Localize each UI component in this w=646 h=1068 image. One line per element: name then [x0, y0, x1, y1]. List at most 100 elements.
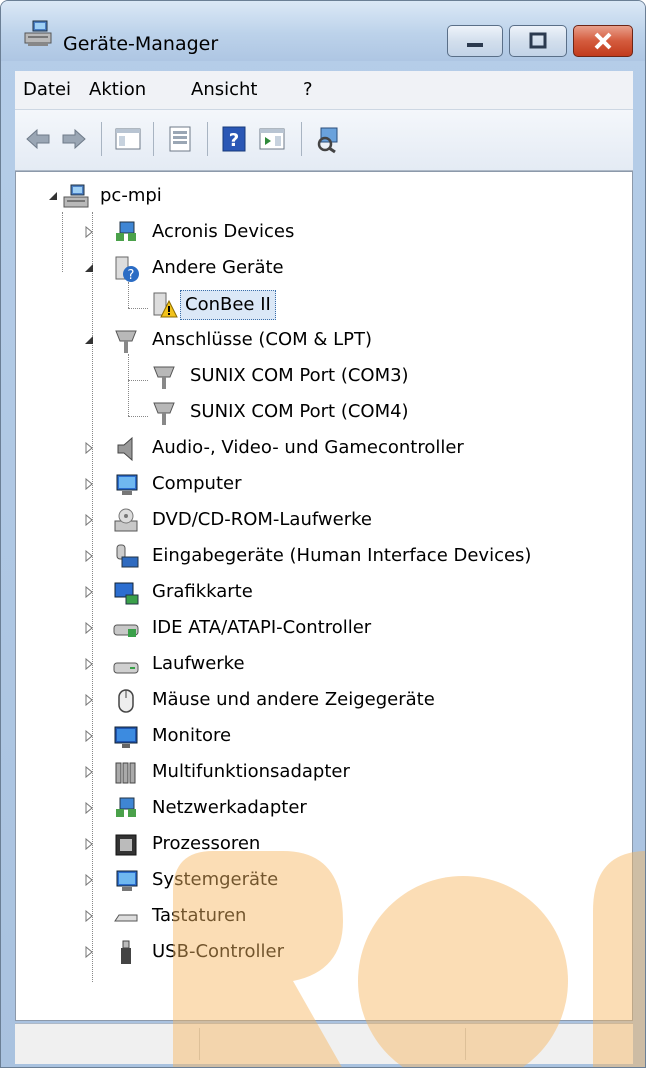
status-cell [201, 1028, 466, 1060]
tree-item-label: USB-Controller [152, 941, 284, 962]
tree-item[interactable]: Multifunktionsadapter [16, 756, 616, 790]
tree-item[interactable]: Eingabegeräte (Human Interface Devices) [16, 540, 616, 574]
menu-datei[interactable]: Datei [23, 79, 71, 100]
tree-item[interactable]: Grafikkarte [16, 576, 616, 610]
tree-item-label: Acronis Devices [152, 221, 295, 242]
unknown-device-icon: ? [115, 256, 139, 283]
expand-triangle-icon[interactable] [82, 837, 96, 851]
tree-item[interactable]: Netzwerkadapter [16, 792, 616, 826]
toolbar: ? [15, 109, 633, 171]
collapse-triangle-icon[interactable] [46, 189, 60, 203]
minimize-icon [467, 43, 483, 47]
device-manager-window: Geräte-Manager Datei Aktion Ansicht ? ? [0, 0, 646, 1068]
close-icon [594, 32, 612, 50]
expand-triangle-icon[interactable] [82, 513, 96, 527]
expand-triangle-icon[interactable] [82, 945, 96, 959]
menu-bar: Datei Aktion Ansicht ? [15, 71, 633, 109]
maximize-button[interactable] [509, 25, 567, 57]
network-adapter-icon [116, 797, 136, 817]
expand-triangle-icon[interactable] [82, 909, 96, 923]
mouse-icon [118, 689, 134, 713]
expand-triangle-icon[interactable] [82, 225, 96, 239]
tree-item-label: DVD/CD-ROM-Laufwerke [152, 509, 372, 530]
tree-item[interactable]: SUNIX COM Port (COM3) [16, 360, 616, 394]
tree-item[interactable]: Computer [16, 468, 616, 502]
multifunction-adapter-icon [115, 762, 136, 784]
tree-item-label: Netzwerkadapter [152, 797, 307, 818]
usb-icon [121, 940, 131, 964]
expand-triangle-icon[interactable] [82, 729, 96, 743]
tree-item[interactable]: Anschlüsse (COM & LPT) [16, 324, 616, 358]
toolbar-separator [301, 122, 302, 156]
collapse-triangle-icon[interactable] [82, 261, 96, 275]
hid-icon [116, 544, 139, 568]
collapse-triangle-icon[interactable] [82, 333, 96, 347]
show-hide-console-tree-icon[interactable] [113, 124, 143, 154]
forward-arrow-icon[interactable] [59, 124, 89, 154]
tree-item[interactable]: ? Andere Geräte [16, 252, 616, 286]
expand-triangle-icon[interactable] [82, 549, 96, 563]
disk-drive-icon [113, 662, 139, 674]
keyboard-icon [114, 914, 138, 922]
computer-icon [63, 184, 89, 208]
monitor-icon [114, 726, 138, 748]
tree-item[interactable]: SUNIX COM Port (COM4) [16, 396, 616, 430]
menu-help[interactable]: ? [303, 79, 313, 100]
maximize-icon [529, 32, 547, 49]
expand-triangle-icon[interactable] [82, 477, 96, 491]
tree-item-label: Laufwerke [152, 653, 245, 674]
warning-device-icon [153, 292, 178, 318]
back-arrow-icon[interactable] [23, 124, 53, 154]
expand-triangle-icon[interactable] [82, 585, 96, 599]
title-bar[interactable]: Geräte-Manager [1, 1, 645, 61]
system-devices-icon [116, 870, 138, 891]
toolbar-separator [207, 122, 208, 156]
tree-item[interactable]: Systemgeräte [16, 864, 616, 898]
scan-hardware-changes-icon[interactable] [313, 124, 343, 154]
tree-item[interactable]: Laufwerke [16, 648, 616, 682]
computer-icon [116, 474, 138, 495]
tree-item-label: Prozessoren [152, 833, 261, 854]
expand-triangle-icon[interactable] [82, 765, 96, 779]
tree-item-label: Andere Geräte [152, 257, 284, 278]
speaker-icon [117, 436, 133, 462]
tree-item-label: Mäuse und andere Zeigegeräte [152, 689, 435, 710]
toolbar-separator [153, 122, 154, 156]
menu-aktion[interactable]: Aktion [89, 79, 146, 100]
tree-root[interactable]: pc-mpi [16, 180, 616, 214]
properties-icon[interactable] [165, 124, 195, 154]
show-action-pane-icon[interactable] [257, 124, 287, 154]
port-icon [153, 402, 175, 425]
expand-triangle-icon[interactable] [82, 693, 96, 707]
expand-triangle-icon[interactable] [82, 657, 96, 671]
expand-triangle-icon[interactable] [82, 873, 96, 887]
close-button[interactable] [573, 25, 633, 57]
tree-item[interactable]: Monitore [16, 720, 616, 754]
expand-triangle-icon[interactable] [82, 801, 96, 815]
display-adapter-icon [114, 582, 139, 605]
svg-text:?: ? [229, 130, 239, 151]
ide-controller-icon [113, 624, 139, 637]
tree-item-selected[interactable]: ConBee II [16, 288, 616, 322]
tree-item[interactable]: DVD/CD-ROM-Laufwerke [16, 504, 616, 538]
tree-item-label: Grafikkarte [152, 581, 253, 602]
tree-item[interactable]: Audio-, Video- und Gamecontroller [16, 432, 616, 466]
help-icon[interactable]: ? [219, 124, 249, 154]
tree-item[interactable]: Mäuse und andere Zeigegeräte [16, 684, 616, 718]
tree-item[interactable]: Acronis Devices [16, 216, 616, 250]
tree-item-label: Audio-, Video- und Gamecontroller [152, 437, 464, 458]
tree-item-label: Monitore [152, 725, 232, 746]
tree-item[interactable]: IDE ATA/ATAPI-Controller [16, 612, 616, 646]
tree-item-label: Systemgeräte [152, 869, 279, 890]
menu-ansicht[interactable]: Ansicht [191, 79, 257, 100]
tree-item[interactable]: USB-Controller [16, 936, 616, 970]
expand-triangle-icon[interactable] [82, 441, 96, 455]
tree-item[interactable]: Tastaturen [16, 900, 616, 934]
tree-item-label: Tastaturen [152, 905, 247, 926]
status-cell [15, 1028, 200, 1060]
tree-item[interactable]: Prozessoren [16, 828, 616, 862]
device-tree[interactable]: pc-mpi Acronis Devices ? Andere Geräte C… [15, 171, 633, 1021]
minimize-button[interactable] [447, 25, 503, 57]
svg-text:?: ? [128, 268, 135, 283]
expand-triangle-icon[interactable] [82, 621, 96, 635]
